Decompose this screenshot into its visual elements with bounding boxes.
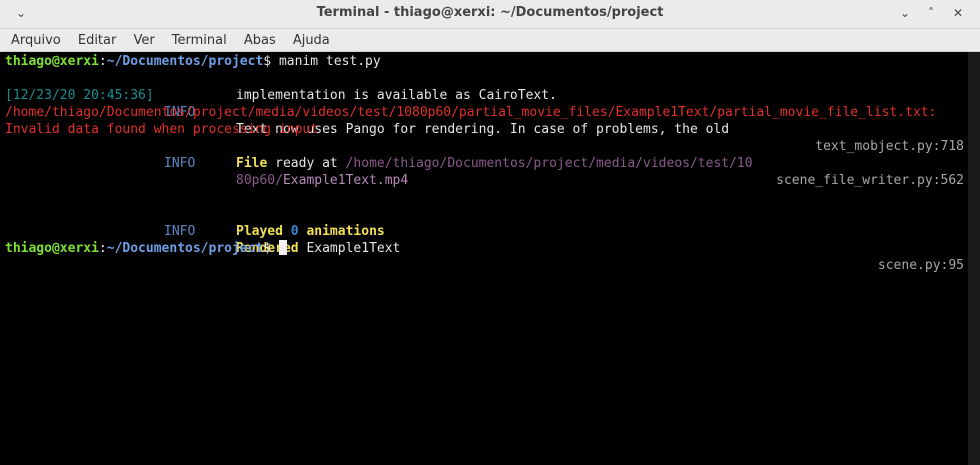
file-keyword: File bbox=[236, 156, 268, 171]
menu-editar[interactable]: Editar bbox=[72, 31, 123, 50]
prompt-line: thiago@xerxi:~/Documentos/project$ bbox=[5, 240, 287, 257]
close-icon[interactable]: ✕ bbox=[949, 4, 967, 22]
menu-bar: Arquivo Editar Ver Terminal Abas Ajuda bbox=[0, 29, 980, 52]
menu-ajuda[interactable]: Ajuda bbox=[287, 31, 336, 50]
menu-ver[interactable]: Ver bbox=[127, 31, 160, 50]
log-message: implementation is available as CairoText… bbox=[236, 88, 557, 103]
log-level: INFO bbox=[164, 156, 196, 171]
command-text: manim test.py bbox=[271, 54, 381, 69]
played-keyword: Played bbox=[236, 224, 283, 239]
minimize-icon[interactable]: ⌄ bbox=[896, 4, 914, 22]
log-timestamp: [12/23/20 20:45:36] bbox=[5, 88, 154, 103]
prompt-symbol: $ bbox=[263, 241, 272, 256]
maximize-icon[interactable]: ˄ bbox=[922, 4, 940, 22]
prompt-user: thiago@xerxi bbox=[5, 241, 99, 256]
prompt-symbol: $ bbox=[263, 54, 272, 69]
menu-abas[interactable]: Abas bbox=[238, 31, 282, 50]
scene-name: Example1Text bbox=[298, 241, 401, 256]
prompt-user: thiago@xerxi bbox=[5, 54, 99, 69]
window-title: Terminal - thiago@xerxi: ~/Documentos/pr… bbox=[316, 5, 664, 20]
prompt-separator: : bbox=[98, 54, 107, 69]
prompt-path: ~/Documentos/project bbox=[106, 241, 264, 256]
ready-text: ready at bbox=[267, 156, 346, 171]
animations-keyword: animations bbox=[306, 224, 385, 239]
file-name: Example1Text.mp4 bbox=[282, 173, 409, 188]
log-level: INFO bbox=[164, 224, 196, 239]
scrollbar[interactable] bbox=[968, 52, 980, 465]
file-path: 80p60/ bbox=[236, 173, 283, 188]
log-source: scene_file_writer.py:562 bbox=[776, 173, 964, 188]
menu-terminal[interactable]: Terminal bbox=[166, 31, 233, 50]
error-line: /home/thiago/Documentos/project/media/vi… bbox=[5, 105, 937, 120]
log-line-pango: [12/23/20 20:45:36] INFO Text now uses P… bbox=[5, 70, 964, 154]
log-line-file-writer: INFO scene_file_writer.py:562 bbox=[5, 138, 964, 188]
text-cursor bbox=[278, 240, 287, 255]
file-path: /home/thiago/Documentos/project/media/vi… bbox=[345, 156, 753, 171]
title-bar[interactable]: ⌄ Terminal - thiago@xerxi: ~/Documentos/… bbox=[0, 0, 980, 29]
log-source: scene.py:95 bbox=[877, 258, 964, 273]
log-line-rendered: INFO Rendered Example1Text scene.py:95 bbox=[5, 206, 964, 273]
command-line: thiago@xerxi:~/Documentos/project$ manim… bbox=[5, 53, 381, 70]
animation-count: 0 bbox=[290, 224, 299, 239]
menu-arquivo[interactable]: Arquivo bbox=[5, 31, 67, 50]
prompt-path: ~/Documentos/project bbox=[106, 54, 264, 69]
prompt-separator: : bbox=[98, 241, 107, 256]
error-line: Invalid data found when processing input bbox=[5, 122, 319, 137]
terminal-window: ⌄ Terminal - thiago@xerxi: ~/Documentos/… bbox=[0, 0, 980, 465]
terminal-output[interactable]: thiago@xerxi:~/Documentos/project$ manim… bbox=[0, 52, 968, 465]
